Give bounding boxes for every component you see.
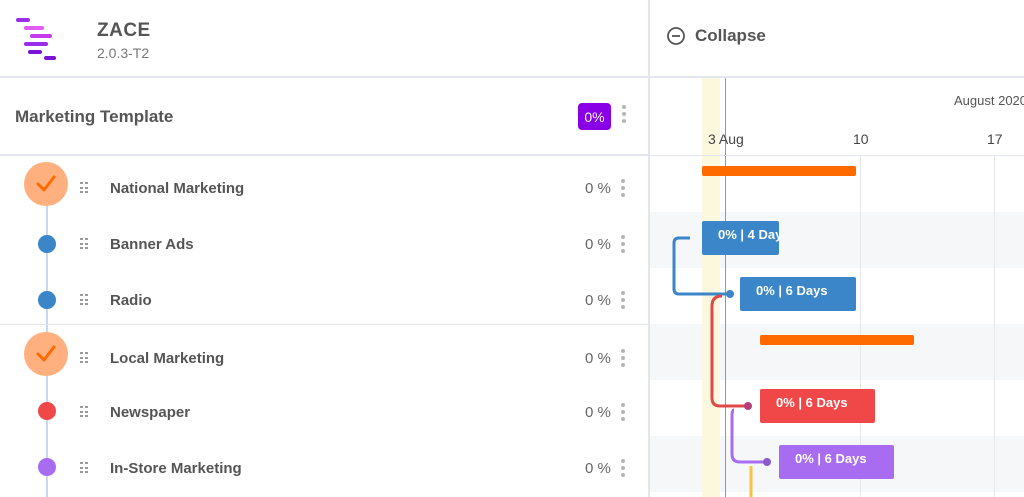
- summary-bar[interactable]: [702, 166, 856, 176]
- task-progress: 0 %: [585, 350, 611, 367]
- task-menu-button[interactable]: [621, 459, 625, 477]
- task-bar[interactable]: 0% | 6 Days: [779, 445, 894, 479]
- task-menu-button[interactable]: [621, 179, 625, 197]
- task-progress: 0 %: [585, 404, 611, 421]
- task-menu-button[interactable]: [621, 235, 625, 253]
- task-name[interactable]: Banner Ads: [110, 236, 194, 253]
- task-progress: 0 %: [585, 292, 611, 309]
- drag-handle-icon[interactable]: [80, 182, 88, 194]
- task-progress: 0 %: [585, 236, 611, 253]
- summary-check-icon[interactable]: [24, 162, 68, 206]
- task-status-dot: [38, 402, 56, 420]
- task-bar[interactable]: 0% | 6 Days: [740, 277, 856, 311]
- link-endpoint: [726, 290, 734, 298]
- task-row[interactable]: [0, 160, 648, 216]
- task-bar[interactable]: 0% | 6 Days: [760, 389, 875, 423]
- drag-handle-icon[interactable]: [80, 238, 88, 250]
- task-progress: 0 %: [585, 180, 611, 197]
- task-name[interactable]: In-Store Marketing: [110, 460, 242, 477]
- project-progress-badge: 0%: [578, 103, 611, 130]
- drag-handle-icon[interactable]: [80, 406, 88, 418]
- task-row[interactable]: [0, 272, 648, 328]
- link-endpoint: [744, 402, 752, 410]
- project-menu-button[interactable]: [622, 105, 626, 123]
- task-bar[interactable]: 0% | 4 Days: [702, 221, 779, 255]
- drag-handle-icon[interactable]: [80, 352, 88, 364]
- task-status-dot: [38, 458, 56, 476]
- task-status-dot: [38, 235, 56, 253]
- zace-logo: [16, 18, 56, 60]
- link-endpoint: [763, 458, 771, 466]
- task-status-dot: [38, 291, 56, 309]
- gantt-chart: Collapse August 2020 3 Aug 10 17 0% | 4 …: [650, 0, 1024, 497]
- task-row[interactable]: [0, 384, 648, 440]
- project-title: Marketing Template: [15, 107, 174, 126]
- task-menu-button[interactable]: [621, 403, 625, 421]
- summary-check-icon[interactable]: [24, 332, 68, 376]
- summary-bar[interactable]: [760, 335, 914, 345]
- app-version: 2.0.3-T2: [97, 45, 150, 61]
- task-progress: 0 %: [585, 460, 611, 477]
- task-list-panel: ZACE 2.0.3-T2 Marketing Template 0% Nati…: [0, 0, 648, 497]
- task-row[interactable]: [0, 440, 648, 496]
- task-row[interactable]: [0, 328, 648, 384]
- drag-handle-icon[interactable]: [80, 462, 88, 474]
- app-name: ZACE: [97, 20, 151, 41]
- dependency-link: [710, 294, 746, 408]
- task-name[interactable]: Radio: [110, 292, 152, 309]
- task-name[interactable]: Local Marketing: [110, 350, 224, 367]
- task-menu-button[interactable]: [621, 349, 625, 367]
- task-name[interactable]: Newspaper: [110, 404, 190, 421]
- task-name[interactable]: National Marketing: [110, 180, 244, 197]
- task-menu-button[interactable]: [621, 291, 625, 309]
- drag-handle-icon[interactable]: [80, 294, 88, 306]
- task-row[interactable]: [0, 216, 648, 272]
